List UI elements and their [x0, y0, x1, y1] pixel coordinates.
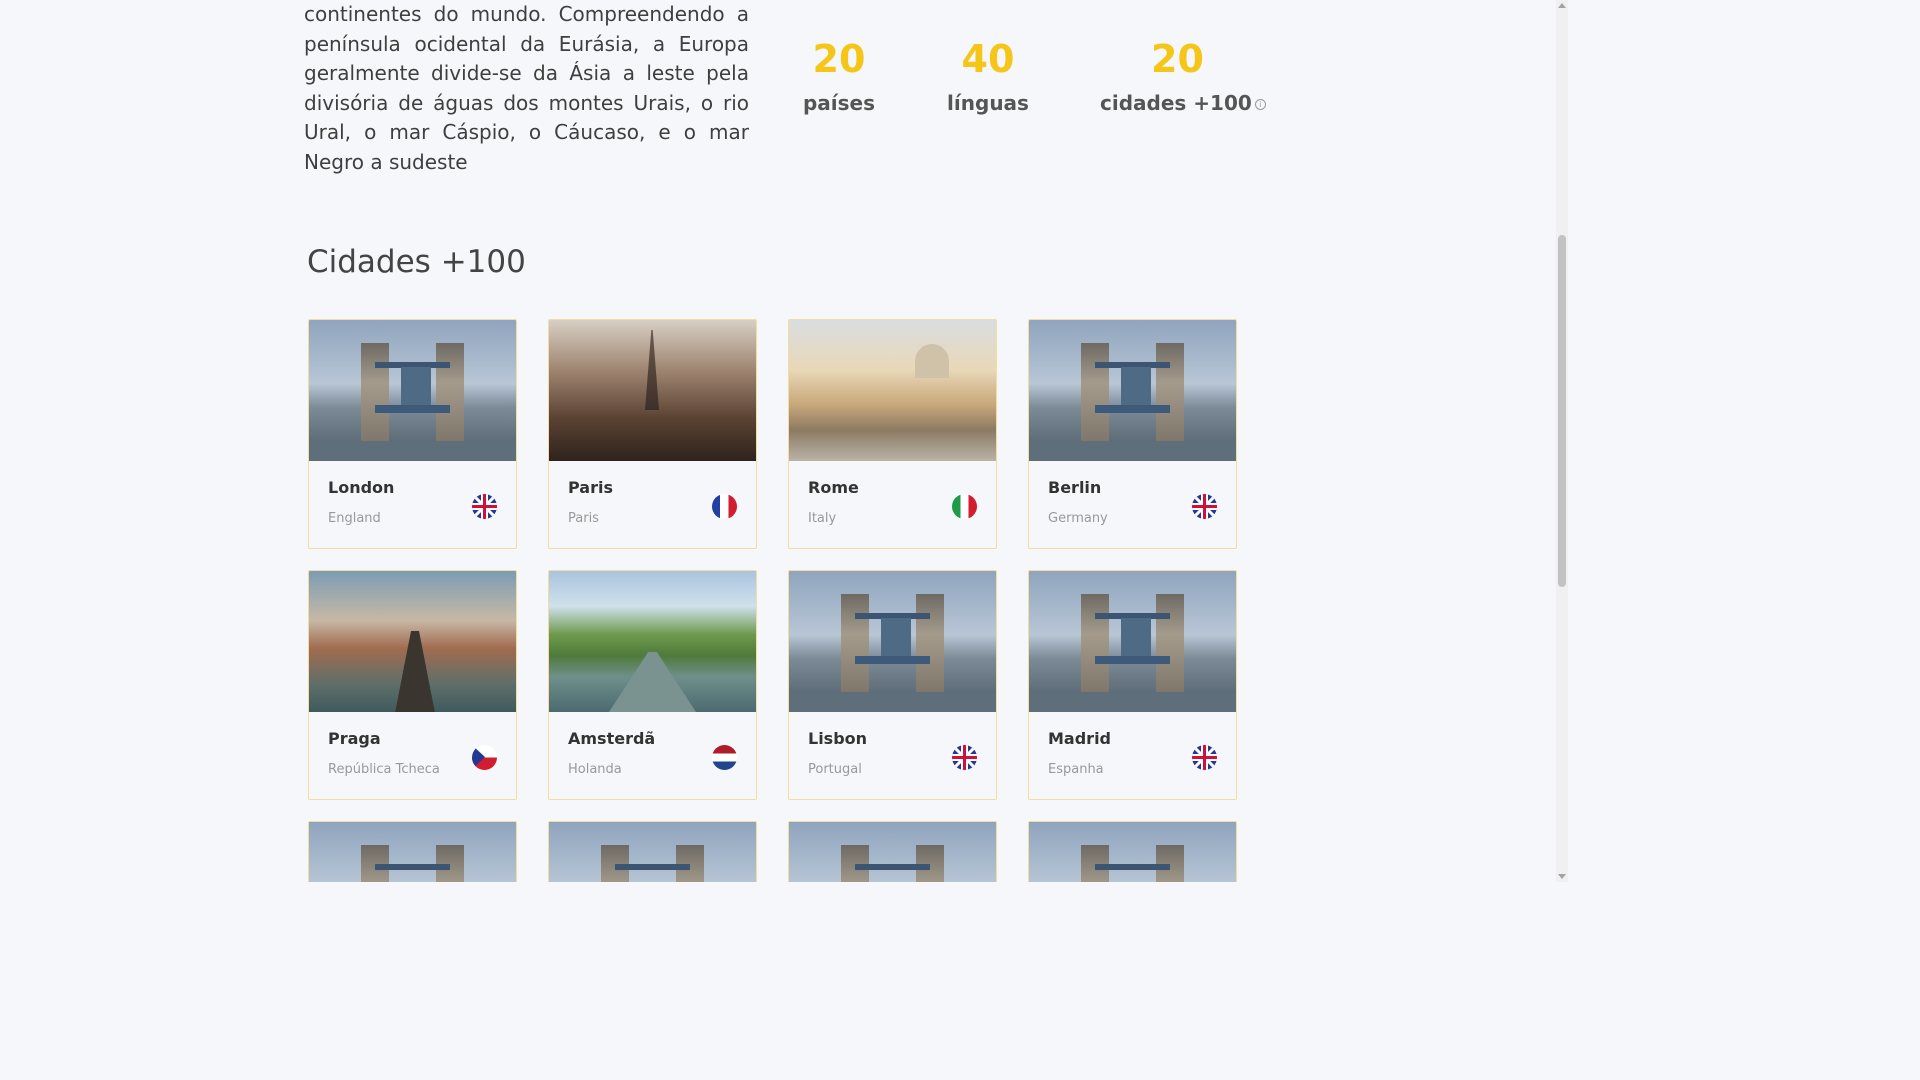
- city-card[interactable]: Berlin Germany: [1028, 319, 1237, 549]
- intro-paragraph: continentes do mundo. Compreendendo a pe…: [304, 2, 749, 174]
- scroll-down-arrow-icon[interactable]: [1558, 874, 1566, 879]
- city-country: Holanda: [568, 762, 622, 777]
- city-country: England: [328, 511, 381, 526]
- city-card[interactable]: Lisbon Portugal: [788, 570, 997, 800]
- city-name: Madrid: [1048, 729, 1111, 748]
- flag-uk-icon: [952, 745, 977, 770]
- flag-uk-icon: [1192, 745, 1217, 770]
- stat-countries-label: países: [802, 91, 876, 115]
- scrollbar[interactable]: [1556, 0, 1568, 882]
- section-title: Cidades +100: [307, 244, 526, 280]
- scroll-up-arrow-icon[interactable]: [1558, 3, 1566, 8]
- city-image: [309, 822, 516, 882]
- city-image: [789, 571, 996, 712]
- city-country: Espanha: [1048, 762, 1104, 777]
- city-card-partial[interactable]: [308, 821, 517, 882]
- flag-nl-icon: [712, 745, 737, 770]
- city-country: Paris: [568, 511, 599, 526]
- city-name: Lisbon: [808, 729, 868, 748]
- city-image: [1029, 822, 1236, 882]
- flag-uk-icon: [472, 494, 497, 519]
- city-image: [549, 571, 756, 712]
- city-card-partial[interactable]: [1028, 821, 1237, 882]
- city-card[interactable]: London England: [308, 319, 517, 549]
- stat-cities-value: 20: [1151, 37, 1204, 81]
- city-image: [789, 320, 996, 461]
- city-name: Paris: [568, 478, 613, 497]
- city-name: London: [328, 478, 395, 497]
- stat-countries: 20 países: [800, 36, 878, 124]
- info-icon[interactable]: i: [1254, 99, 1266, 110]
- city-card[interactable]: Paris Paris: [548, 319, 757, 549]
- city-card[interactable]: Rome Italy: [788, 319, 997, 549]
- city-country: Portugal: [808, 762, 862, 777]
- page: continentes do mundo. Compreendendo a pe…: [0, 0, 1568, 882]
- city-image: [309, 571, 516, 712]
- flag-fr-icon: [712, 494, 737, 519]
- city-card[interactable]: Praga República Tcheca: [308, 570, 517, 800]
- stat-cities-label: cidades +100: [1100, 91, 1252, 115]
- flag-uk-icon: [1192, 494, 1217, 519]
- city-country: Italy: [808, 511, 837, 526]
- city-country: República Tcheca: [328, 762, 440, 777]
- city-country: Germany: [1048, 511, 1108, 526]
- city-image: [309, 320, 516, 461]
- city-card[interactable]: Amsterdã Holanda: [548, 570, 757, 800]
- city-image: [1029, 320, 1236, 461]
- flag-cz-icon: [472, 745, 497, 770]
- stat-cities: 20 cidades +100 i: [1100, 36, 1266, 124]
- city-name: Rome: [808, 478, 859, 497]
- scrollbar-thumb[interactable]: [1558, 235, 1566, 587]
- city-card-partial[interactable]: [548, 821, 757, 882]
- city-image: [1029, 571, 1236, 712]
- stat-languages-label: línguas: [947, 91, 1029, 115]
- city-name: Berlin: [1048, 478, 1102, 497]
- flag-it-icon: [952, 494, 977, 519]
- stat-languages: 40 línguas: [945, 36, 1031, 124]
- city-name: Praga: [328, 729, 381, 748]
- city-image: [549, 822, 756, 882]
- city-card-partial[interactable]: [788, 821, 997, 882]
- city-image: [549, 320, 756, 461]
- stat-countries-value: 20: [812, 37, 866, 81]
- city-card[interactable]: Madrid Espanha: [1028, 570, 1237, 800]
- city-name: Amsterdã: [568, 729, 656, 748]
- stat-languages-value: 40: [961, 37, 1015, 81]
- city-image: [789, 822, 996, 882]
